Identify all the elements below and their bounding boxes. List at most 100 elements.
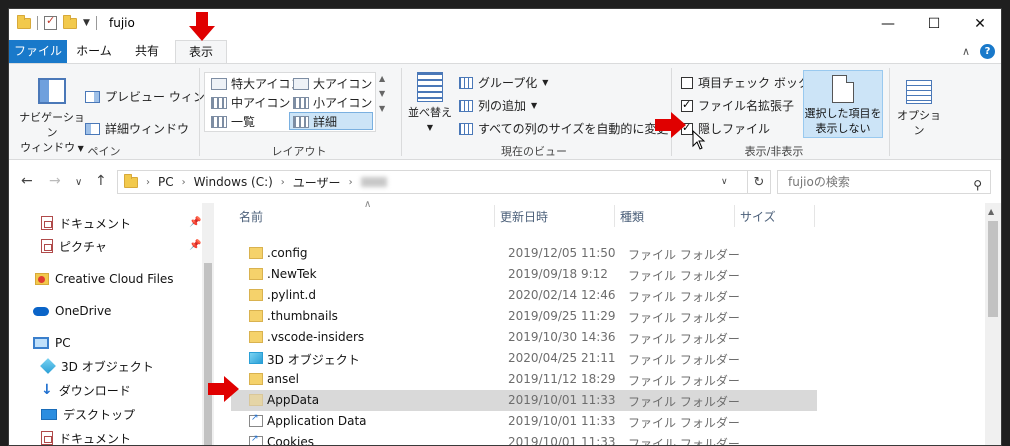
group-by-label: グループ化 [478, 76, 538, 90]
file-row[interactable]: .vscode-insiders 2019/10/30 14:36 ファイル フォル… [231, 327, 817, 348]
layout-gallery-scroll[interactable]: ▲ ▼ ▼ [379, 74, 385, 113]
column-header-type[interactable]: 種類 [620, 208, 644, 225]
file-row[interactable]: .pylint.d 2020/02/14 12:46 ファイル フォルダー [231, 285, 817, 306]
nav-item-documents[interactable]: ドキュメント [41, 212, 131, 234]
group-by-button[interactable]: グループ化 ▼ [459, 74, 548, 91]
file-row[interactable]: .config 2019/12/05 11:50 ファイル フォルダー [231, 243, 817, 264]
chevron-down-icon[interactable]: ▼ [379, 89, 385, 98]
minimize-button[interactable]: — [865, 9, 911, 39]
file-row[interactable]: .thumbnails 2019/09/25 11:29 ファイル フォルダー [231, 306, 817, 327]
breadcrumb-chevron-icon[interactable]: › [182, 177, 186, 188]
tab-share[interactable]: 共有 [121, 40, 173, 63]
nav-item-pictures[interactable]: ピクチャ [41, 235, 107, 257]
hide-selected-items-button[interactable]: 選択した項目を 表示しない [803, 70, 883, 138]
breadcrumb-chevron-icon[interactable]: › [281, 177, 285, 188]
options-button[interactable]: オプション [893, 80, 945, 138]
ribbon-view: ナビゲーション ウィンドウ ▼ プレビュー ウィンドウ 詳細ウィンドウ ペイン … [9, 63, 1001, 160]
refresh-button[interactable]: ↻ [747, 170, 771, 194]
file-name: ansel [267, 372, 299, 386]
properties-icon[interactable] [44, 14, 57, 30]
close-button[interactable]: ✕ [957, 9, 1001, 39]
file-row-selected[interactable]: AppData 2019/10/01 11:33 ファイル フォルダー [231, 390, 817, 411]
file-type: ファイル フォルダー [628, 437, 740, 446]
file-row[interactable]: Cookies 2019/10/01 11:33 ファイル フォルダー [231, 432, 817, 446]
chevron-up-icon[interactable]: ∧ [962, 45, 970, 58]
hide-selected-label: 選択した項目を [804, 107, 882, 120]
file-extensions-toggle[interactable]: ファイル名拡張子 [681, 97, 794, 114]
search-input[interactable]: fujioの検索 ⚲ [777, 170, 991, 194]
sort-by-button[interactable]: 並べ替え ▼ [405, 72, 455, 135]
layout-list[interactable]: 一覧 [211, 113, 255, 130]
file-type: ファイル フォルダー [628, 311, 740, 325]
layout-large-icons[interactable]: 大アイコン [293, 75, 372, 92]
nav-item-onedrive[interactable]: OneDrive [33, 300, 111, 322]
hidden-folder-icon [249, 394, 263, 406]
file-extensions-checkbox[interactable] [681, 98, 693, 112]
column-divider[interactable] [734, 205, 735, 227]
forward-arrow-icon[interactable]: → [49, 173, 61, 189]
up-arrow-icon[interactable]: ↑ [95, 173, 107, 189]
shortcut-icon [249, 413, 263, 427]
new-folder-icon[interactable] [63, 14, 77, 29]
column-header-name[interactable]: 名前 [239, 208, 263, 225]
file-date: 2019/10/01 11:33 [508, 435, 616, 446]
nav-pane-scrollbar[interactable] [202, 203, 214, 445]
column-header-size[interactable]: サイズ [740, 208, 776, 225]
details-pane-button[interactable]: 詳細ウィンドウ [85, 120, 189, 137]
creative-cloud-icon [35, 273, 49, 285]
tab-file[interactable]: ファイル [9, 40, 67, 63]
layout-details[interactable]: 詳細 [293, 113, 337, 130]
column-divider[interactable] [494, 205, 495, 227]
file-date: 2019/09/18 9:12 [508, 267, 608, 281]
recent-locations-icon[interactable]: ∨ [75, 177, 82, 188]
search-icon[interactable]: ⚲ [973, 174, 982, 196]
documents-icon [41, 216, 53, 230]
file-row[interactable]: .NewTek 2019/09/18 9:12 ファイル フォルダー [231, 264, 817, 285]
help-icon[interactable]: ? [980, 44, 995, 59]
scrollbar-thumb[interactable] [988, 221, 998, 317]
breadcrumb-item[interactable]: PC [158, 175, 174, 189]
chevron-up-icon[interactable]: ▲ [988, 207, 994, 216]
pin-icon[interactable]: 📌 [189, 240, 201, 251]
layout-extra-large-icons[interactable]: 特大アイコン [211, 75, 302, 92]
layout-medium-icons[interactable]: 中アイコン [211, 94, 290, 111]
blurred-username[interactable] [360, 177, 387, 187]
file-row[interactable]: 3D オブジェクト 2020/04/25 21:11 ファイル フォルダー [231, 348, 817, 369]
maximize-button[interactable]: ☐ [911, 9, 957, 39]
tab-home[interactable]: ホーム [71, 40, 117, 63]
column-divider[interactable] [814, 205, 815, 227]
item-checkboxes-checkbox[interactable] [681, 76, 693, 89]
chevron-down-icon[interactable]: ▼ [83, 18, 90, 28]
pin-icon[interactable]: 📌 [189, 217, 201, 228]
pictures-icon [41, 239, 53, 253]
chevron-down-icon[interactable]: ∨ [721, 177, 728, 187]
nav-item-creative-cloud[interactable]: Creative Cloud Files [35, 268, 174, 290]
nav-item-downloads[interactable]: ↓ ダウンロード [41, 379, 131, 401]
nav-item-3d-objects[interactable]: 3D オブジェクト [40, 355, 154, 377]
add-columns-button[interactable]: 列の追加 ▼ [459, 97, 537, 114]
nav-item-desktop[interactable]: デスクトップ [41, 403, 135, 425]
breadcrumb-chevron-icon[interactable]: › [146, 177, 150, 188]
layout-label: 詳細 [313, 115, 338, 129]
navigation-pane-label: ウィンドウ [20, 141, 76, 154]
breadcrumb-item[interactable]: ユーザー [293, 174, 341, 191]
file-list-scrollbar[interactable]: ▲ [985, 203, 1001, 445]
file-row[interactable]: ansel 2019/11/12 18:29 ファイル フォルダー [231, 369, 817, 390]
folder-icon [249, 268, 263, 280]
file-row[interactable]: Application Data 2019/10/01 11:33 ファイル フォル… [231, 411, 817, 432]
column-header-date[interactable]: 更新日時 [500, 208, 548, 225]
nav-item-pc[interactable]: PC [33, 332, 71, 354]
layout-small-icons[interactable]: 小アイコン [293, 94, 372, 111]
breadcrumb-chevron-icon[interactable]: › [349, 177, 353, 188]
address-bar[interactable]: › PC › Windows (C:) › ユーザー › [117, 170, 771, 194]
file-date: 2019/10/01 11:33 [508, 393, 616, 407]
column-divider[interactable] [614, 205, 615, 227]
chevron-up-icon[interactable]: ▲ [379, 74, 385, 83]
nav-item-documents-pc[interactable]: ドキュメント [41, 427, 131, 445]
item-checkboxes-toggle[interactable]: 項目チェック ボックス [681, 74, 821, 91]
breadcrumb-item[interactable]: Windows (C:) [194, 175, 273, 189]
tab-view[interactable]: 表示 [175, 40, 227, 64]
scrollbar-thumb[interactable] [204, 263, 212, 445]
back-arrow-icon[interactable]: ← [21, 173, 33, 189]
more-icon[interactable]: ▼ [379, 104, 385, 113]
